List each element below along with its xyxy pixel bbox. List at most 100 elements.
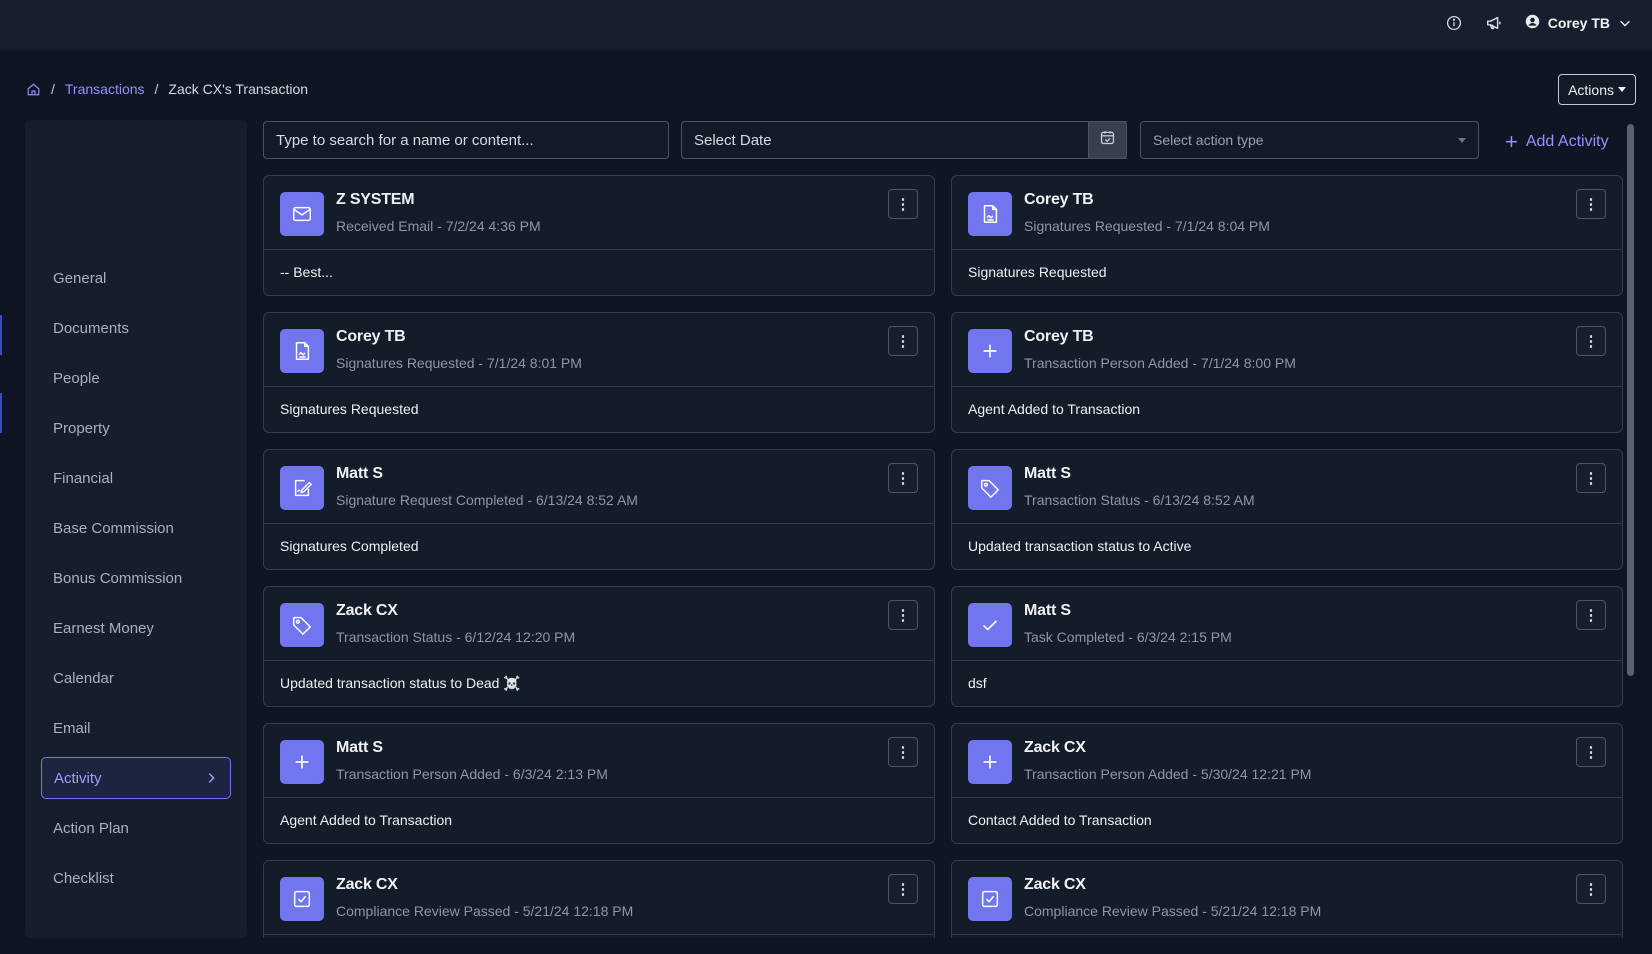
checkbox-icon xyxy=(968,877,1012,921)
vertical-dots-icon: ⋮ xyxy=(1583,881,1599,898)
info-icon[interactable] xyxy=(1445,14,1463,32)
more-options-button[interactable]: ⋮ xyxy=(1576,189,1606,219)
sidebar-item-calendar[interactable]: Calendar xyxy=(41,657,231,699)
sidebar-item-property[interactable]: Property xyxy=(41,407,231,449)
activity-author: Matt S xyxy=(336,739,383,756)
vertical-dots-icon: ⋮ xyxy=(895,607,911,624)
activity-meta: Transaction Status - 6/13/24 8:52 AM xyxy=(1024,492,1255,508)
checkbox-icon xyxy=(280,877,324,921)
sidebar-item-label: Action Plan xyxy=(53,819,129,837)
megaphone-icon[interactable] xyxy=(1485,14,1503,32)
more-options-button[interactable]: ⋮ xyxy=(1576,874,1606,904)
more-options-button[interactable]: ⋮ xyxy=(888,463,918,493)
breadcrumb-transactions-link[interactable]: Transactions xyxy=(65,81,145,97)
activity-card: Matt S Task Completed - 6/3/24 2:15 PM ⋮… xyxy=(951,586,1623,707)
activity-body: Signatures Requested xyxy=(968,264,1107,280)
breadcrumb-separator: / xyxy=(154,81,159,97)
user-menu[interactable]: Corey TB xyxy=(1525,14,1632,32)
activity-author: Zack CX xyxy=(336,602,398,619)
home-icon[interactable] xyxy=(26,82,41,97)
plus-icon xyxy=(968,329,1012,373)
sidebar-item-general[interactable]: General xyxy=(41,257,231,299)
activity-body: Signatures Requested xyxy=(280,401,419,417)
tag-icon xyxy=(280,603,324,647)
more-options-button[interactable]: ⋮ xyxy=(1576,463,1606,493)
activity-card: Matt S Transaction Status - 6/13/24 8:52… xyxy=(951,449,1623,570)
activity-card-header: Zack CX Transaction Person Added - 5/30/… xyxy=(952,724,1622,798)
activity-body: Updated transaction status to Active xyxy=(968,538,1192,554)
activity-meta: Transaction Person Added - 7/1/24 8:00 P… xyxy=(1024,355,1296,371)
sidebar-item-label: General xyxy=(53,269,107,287)
activity-body: Signatures Completed xyxy=(280,538,419,554)
add-activity-label: Add Activity xyxy=(1525,133,1609,150)
chevron-down-icon xyxy=(1618,16,1632,30)
more-options-button[interactable]: ⋮ xyxy=(888,737,918,767)
activity-card-header: Matt S Task Completed - 6/3/24 2:15 PM ⋮ xyxy=(952,587,1622,661)
actions-dropdown-button[interactable]: Actions xyxy=(1558,74,1636,105)
activity-meta: Compliance Review Passed - 5/21/24 12:18… xyxy=(336,903,634,919)
sidebar-item-label: Email xyxy=(53,719,91,737)
sidebar-item-label: Financial xyxy=(53,469,114,487)
more-options-button[interactable]: ⋮ xyxy=(888,326,918,356)
vertical-dots-icon: ⋮ xyxy=(895,196,911,213)
activity-card: Corey TB Signatures Requested - 7/1/24 8… xyxy=(263,312,935,433)
sidebar-item-documents[interactable]: Documents xyxy=(41,307,231,349)
breadcrumb-current: Zack CX's Transaction xyxy=(168,81,309,97)
activity-meta: Signatures Requested - 7/1/24 8:04 PM xyxy=(1024,218,1270,234)
more-options-button[interactable]: ⋮ xyxy=(1576,737,1606,767)
sidebar-item-base-commission[interactable]: Base Commission xyxy=(41,507,231,549)
sidebar-item-bonus-commission[interactable]: Bonus Commission xyxy=(41,557,231,599)
sidebar-item-action-plan[interactable]: Action Plan xyxy=(41,807,231,849)
sidebar-item-financial[interactable]: Financial xyxy=(41,457,231,499)
left-edge-marker xyxy=(0,393,2,433)
sidebar-item-activity[interactable]: Activity xyxy=(41,757,231,799)
more-options-button[interactable]: ⋮ xyxy=(888,600,918,630)
sidebar-item-people[interactable]: People xyxy=(41,357,231,399)
vertical-dots-icon: ⋮ xyxy=(1583,333,1599,350)
activity-card: Zack CX Compliance Review Passed - 5/21/… xyxy=(263,860,935,938)
more-options-button[interactable]: ⋮ xyxy=(1576,600,1606,630)
activity-meta: Received Email - 7/2/24 4:36 PM xyxy=(336,218,541,234)
signature-complete-icon xyxy=(280,466,324,510)
activity-body: -- Best... xyxy=(280,264,333,280)
activity-card: Matt S Signature Request Completed - 6/1… xyxy=(263,449,935,570)
activity-meta: Transaction Person Added - 6/3/24 2:13 P… xyxy=(336,766,608,782)
calendar-button[interactable] xyxy=(1088,121,1127,159)
top-bar-actions: Corey TB xyxy=(1445,0,1632,46)
scrollbar-thumb[interactable] xyxy=(1627,124,1634,676)
vertical-dots-icon: ⋮ xyxy=(1583,744,1599,761)
actions-label: Actions xyxy=(1568,81,1614,98)
activity-card: Z SYSTEM Received Email - 7/2/24 4:36 PM… xyxy=(263,175,935,296)
more-options-button[interactable]: ⋮ xyxy=(1576,326,1606,356)
sidebar-item-checklist[interactable]: Checklist xyxy=(41,857,231,899)
search-input[interactable] xyxy=(263,121,669,159)
sidebar-item-label: Calendar xyxy=(53,669,114,687)
sidebar-item-email[interactable]: Email xyxy=(41,707,231,749)
envelope-icon xyxy=(280,192,324,236)
activity-card-header: Matt S Transaction Person Added - 6/3/24… xyxy=(264,724,934,798)
activity-feed: Z SYSTEM Received Email - 7/2/24 4:36 PM… xyxy=(263,175,1623,938)
action-type-select[interactable]: Select action type xyxy=(1140,121,1479,159)
activity-author: Zack CX xyxy=(1024,739,1086,756)
sidebar-item-label: Property xyxy=(53,419,110,437)
activity-card: Corey TB Signatures Requested - 7/1/24 8… xyxy=(951,175,1623,296)
activity-author: Matt S xyxy=(1024,465,1071,482)
signature-document-icon xyxy=(968,192,1012,236)
activity-body: Agent Added to Transaction xyxy=(280,812,453,828)
activity-author: Corey TB xyxy=(1024,191,1094,208)
sidebar-item-earnest-money[interactable]: Earnest Money xyxy=(41,607,231,649)
activity-meta: Compliance Review Passed - 5/21/24 12:18… xyxy=(1024,903,1322,919)
sidebar-item-label: Bonus Commission xyxy=(53,569,183,587)
sidebar-item-label: People xyxy=(53,369,100,387)
activity-card-header: Matt S Transaction Status - 6/13/24 8:52… xyxy=(952,450,1622,524)
more-options-button[interactable]: ⋮ xyxy=(888,189,918,219)
vertical-dots-icon: ⋮ xyxy=(1583,196,1599,213)
sidebar-item-label: Base Commission xyxy=(53,519,174,537)
date-picker-field[interactable]: Select Date xyxy=(681,121,1127,159)
date-picker-label: Select Date xyxy=(694,131,772,149)
activity-meta: Signatures Requested - 7/1/24 8:01 PM xyxy=(336,355,582,371)
vertical-dots-icon: ⋮ xyxy=(895,881,911,898)
more-options-button[interactable]: ⋮ xyxy=(888,874,918,904)
add-activity-button[interactable]: + Add Activity xyxy=(1505,131,1609,153)
breadcrumb: / Transactions / Zack CX's Transaction xyxy=(26,81,308,97)
